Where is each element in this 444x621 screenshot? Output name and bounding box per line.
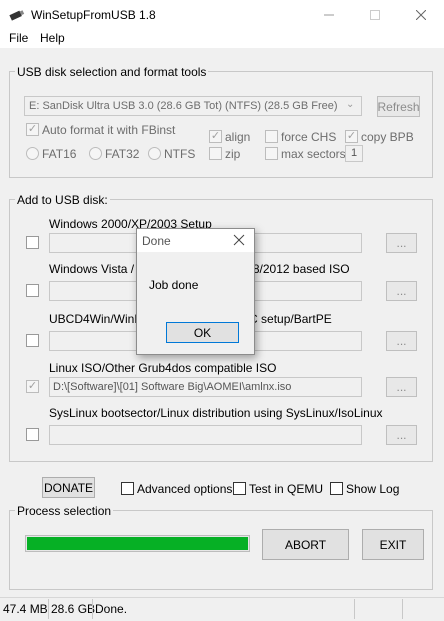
- disk-select-value: E: SanDisk Ultra USB 3.0 (28.6 GB Tot) (…: [29, 100, 338, 112]
- menu-bar: [0, 30, 444, 48]
- status-divider: [354, 599, 355, 619]
- copy-bpb-checkbox[interactable]: ✓: [345, 130, 358, 143]
- fat32-label: FAT32: [105, 147, 140, 161]
- linux-iso-checkbox[interactable]: ✓: [26, 380, 39, 393]
- advanced-options-checkbox[interactable]: [121, 482, 134, 495]
- abort-button[interactable]: ABORT: [262, 529, 349, 560]
- zip-label: zip: [225, 147, 241, 161]
- ntfs-radio[interactable]: [148, 147, 161, 160]
- check-icon: ✓: [346, 130, 357, 142]
- syslinux-path[interactable]: [49, 425, 362, 445]
- exit-button[interactable]: EXIT: [362, 529, 424, 560]
- dialog-message: Job done: [149, 278, 199, 292]
- ubcd4win-checkbox[interactable]: [26, 334, 39, 347]
- progress-bar-fill: [27, 537, 248, 550]
- menu-help[interactable]: Help: [40, 31, 65, 45]
- check-icon: ✓: [210, 130, 221, 142]
- linux-iso-label: Linux ISO/Other Grub4dos compatible ISO: [49, 361, 277, 375]
- usb-drive-icon: [9, 10, 25, 21]
- minimize-button[interactable]: [306, 0, 352, 30]
- close-icon: [233, 234, 245, 246]
- align-label: align: [225, 130, 251, 144]
- linux-iso-path[interactable]: D:\[Software]\[01] Software Big\AOMEI\am…: [49, 377, 362, 397]
- syslinux-checkbox[interactable]: [26, 428, 39, 441]
- copy-bpb-label: copy BPB: [361, 130, 414, 144]
- windows-vista-checkbox[interactable]: [26, 284, 39, 297]
- syslinux-browse-button[interactable]: ...: [386, 425, 417, 445]
- max-sectors-checkbox[interactable]: [265, 147, 278, 160]
- windows-vista-browse-button[interactable]: ...: [386, 281, 417, 301]
- close-icon: [416, 10, 426, 20]
- done-dialog: Done Job done OK: [136, 228, 255, 355]
- dialog-ok-button[interactable]: OK: [166, 322, 239, 343]
- dialog-title: Done: [142, 234, 171, 248]
- ntfs-label: NTFS: [164, 147, 196, 161]
- status-divider: [402, 599, 403, 619]
- check-icon: ✓: [27, 123, 38, 135]
- fat16-label: FAT16: [42, 147, 77, 161]
- test-qemu-label: Test in QEMU: [249, 482, 324, 496]
- dialog-close-button[interactable]: [233, 234, 247, 248]
- advanced-options-label: Advanced options: [137, 482, 233, 496]
- status-message: Done.: [95, 602, 128, 616]
- syslinux-label: SysLinux bootsector/Linux distribution u…: [49, 406, 383, 420]
- auto-format-checkbox[interactable]: ✓: [26, 123, 39, 136]
- window-title: WinSetupFromUSB 1.8: [31, 8, 156, 22]
- check-icon: ✓: [27, 380, 38, 392]
- show-log-checkbox[interactable]: [330, 482, 343, 495]
- zip-checkbox[interactable]: [209, 147, 222, 160]
- close-button[interactable]: [398, 0, 444, 30]
- auto-format-label: Auto format it with FBinst: [42, 123, 176, 137]
- show-log-label: Show Log: [346, 482, 400, 496]
- usb-selection-label: USB disk selection and format tools: [15, 65, 209, 79]
- maximize-icon: [370, 10, 380, 20]
- refresh-button[interactable]: Refresh: [377, 96, 420, 117]
- test-qemu-checkbox[interactable]: [233, 482, 246, 495]
- force-chs-label: force CHS: [281, 130, 337, 144]
- windows-xp-checkbox[interactable]: [26, 236, 39, 249]
- fat32-radio[interactable]: [89, 147, 102, 160]
- progress-bar: [25, 535, 250, 552]
- maximize-button[interactable]: [352, 0, 398, 30]
- linux-iso-browse-button[interactable]: ...: [386, 377, 417, 397]
- force-chs-checkbox[interactable]: [265, 130, 278, 143]
- windows-xp-browse-button[interactable]: ...: [386, 233, 417, 253]
- fat16-radio[interactable]: [26, 147, 39, 160]
- minimize-icon: [324, 14, 334, 16]
- process-selection-label: Process selection: [15, 504, 114, 518]
- ubcd4win-browse-button[interactable]: ...: [386, 331, 417, 351]
- menu-file[interactable]: File: [9, 31, 28, 45]
- add-to-usb-label: Add to USB disk:: [15, 193, 110, 207]
- chevron-down-icon: ⌄: [346, 99, 355, 110]
- disk-select[interactable]: E: SanDisk Ultra USB 3.0 (28.6 GB Tot) (…: [24, 96, 362, 116]
- align-checkbox[interactable]: ✓: [209, 130, 222, 143]
- donate-button[interactable]: DONATE: [42, 477, 95, 498]
- status-size-2: 28.6 GB: [51, 602, 96, 616]
- max-sectors-input[interactable]: 1: [345, 145, 363, 162]
- status-size-1: 47.4 MB: [3, 602, 48, 616]
- max-sectors-label: max sectors: [281, 147, 346, 161]
